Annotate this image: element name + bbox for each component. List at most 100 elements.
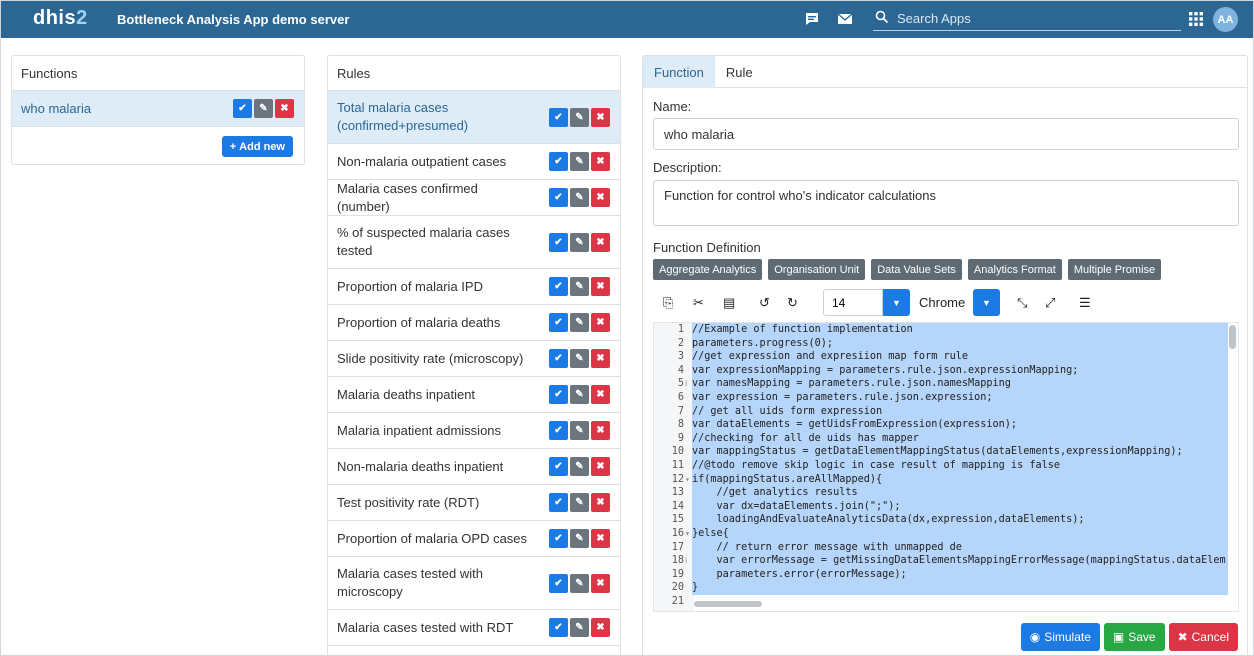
dhis2-logo[interactable]: dhis2 <box>33 7 88 30</box>
rule-item[interactable]: Malaria cases confirmed (number) ✔ ✎ ✖ <box>328 180 620 216</box>
collapse-icon[interactable]: ⤡ <box>1017 295 1027 311</box>
select-button[interactable]: ✔ <box>549 313 568 332</box>
code-editor[interactable]: 1 //Example of function implementation 2 pa… <box>653 322 1239 612</box>
delete-button[interactable]: ✖ <box>591 618 610 637</box>
apps-grid-icon[interactable] <box>1189 12 1203 29</box>
edit-button[interactable]: ✎ <box>570 232 589 252</box>
select-button[interactable]: ✔ <box>549 349 568 368</box>
rule-item[interactable]: Test positivity rate (RDT) ✔ ✎ ✖ <box>328 485 620 521</box>
delete-button[interactable]: ✖ <box>275 99 294 118</box>
rule-item[interactable]: Non-malaria deaths inpatient ✔ ✎ ✖ <box>328 449 620 485</box>
edit-button[interactable]: ✎ <box>570 349 589 368</box>
rule-item[interactable]: Malaria deaths inpatient ✔ ✎ ✖ <box>328 377 620 413</box>
user-avatar[interactable]: AA <box>1213 7 1238 32</box>
edit-button[interactable]: ✎ <box>254 99 273 118</box>
edit-button[interactable]: ✎ <box>570 457 589 476</box>
select-button[interactable]: ✔ <box>549 152 568 171</box>
aggregate-analytics-button[interactable]: Aggregate Analytics <box>653 259 763 280</box>
cut-icon[interactable]: ✂ <box>693 295 704 311</box>
font-size-field[interactable] <box>823 289 883 316</box>
app-title: Bottleneck Analysis App demo server <box>117 12 350 27</box>
select-button[interactable]: ✔ <box>549 107 568 127</box>
select-button[interactable]: ✔ <box>549 457 568 476</box>
tab-rule[interactable]: Rule <box>715 56 764 88</box>
message-icon[interactable] <box>804 11 822 27</box>
delete-button[interactable]: ✖ <box>591 349 610 368</box>
delete-button[interactable]: ✖ <box>591 232 610 252</box>
search-apps-input[interactable] <box>897 7 1177 29</box>
edit-button[interactable]: ✎ <box>570 573 589 593</box>
paste-icon[interactable]: ▤ <box>723 295 735 311</box>
rule-item[interactable]: Proportion of malaria IPD ✔ ✎ ✖ <box>328 269 620 305</box>
name-field[interactable] <box>653 118 1239 150</box>
redo-icon[interactable]: ↻ <box>787 295 798 311</box>
theme-dropdown[interactable]: ▼ <box>973 289 1000 316</box>
edit-button[interactable]: ✎ <box>570 277 589 296</box>
delete-button[interactable]: ✖ <box>591 313 610 332</box>
delete-button[interactable]: ✖ <box>591 107 610 127</box>
delete-button[interactable]: ✖ <box>591 529 610 548</box>
delete-button[interactable]: ✖ <box>591 421 610 440</box>
delete-button[interactable]: ✖ <box>591 457 610 476</box>
delete-button[interactable]: ✖ <box>591 493 610 512</box>
rule-item[interactable]: Malaria cases tested with microscopy ✔ ✎ ✖ <box>328 557 620 610</box>
data-value-sets-button[interactable]: Data Value Sets <box>871 259 962 280</box>
simulate-button[interactable]: ◉ Simulate <box>1020 623 1100 651</box>
select-button[interactable]: ✔ <box>549 232 568 252</box>
edit-button[interactable]: ✎ <box>570 618 589 637</box>
rule-item[interactable]: % of suspected malaria cases tested ✔ ✎ ✖ <box>328 216 620 269</box>
rule-item[interactable]: Malaria cases tested with RDT ✔ ✎ ✖ <box>328 610 620 646</box>
select-button[interactable]: ✔ <box>549 493 568 512</box>
edit-button[interactable]: ✎ <box>570 313 589 332</box>
delete-button[interactable]: ✖ <box>591 152 610 171</box>
select-button[interactable]: ✔ <box>549 188 568 207</box>
expand-icon[interactable]: ⤢ <box>1045 295 1055 311</box>
rule-item[interactable]: Proportion of malaria deaths ✔ ✎ ✖ <box>328 305 620 341</box>
fold-arrow-icon[interactable]: ▾ <box>685 527 690 541</box>
function-item[interactable]: who malaria ✔ ✎ ✖ <box>12 91 304 127</box>
select-button[interactable]: ✔ <box>549 618 568 637</box>
multiple-promise-button[interactable]: Multiple Promise <box>1067 259 1162 280</box>
font-size-dropdown[interactable]: ▼ <box>883 289 910 316</box>
edit-button[interactable]: ✎ <box>570 493 589 512</box>
info-icon[interactable]: ⅰ <box>685 554 687 568</box>
rule-item[interactable]: Malaria inpatient admissions ✔ ✎ ✖ <box>328 413 620 449</box>
delete-button[interactable]: ✖ <box>591 573 610 593</box>
select-button[interactable]: ✔ <box>549 529 568 548</box>
close-icon: ✖ <box>596 425 605 436</box>
cancel-button[interactable]: ✖ Cancel <box>1168 623 1238 651</box>
select-button[interactable]: ✔ <box>549 573 568 593</box>
tab-function[interactable]: Function <box>643 56 715 88</box>
rule-item[interactable]: Proportion of malaria OPD cases ✔ ✎ ✖ <box>328 521 620 557</box>
rule-item[interactable]: Non-malaria outpatient cases ✔ ✎ ✖ <box>328 144 620 180</box>
organisation-unit-button[interactable]: Organisation Unit <box>768 259 866 280</box>
edit-button[interactable]: ✎ <box>570 152 589 171</box>
select-button[interactable]: ✔ <box>549 385 568 404</box>
undo-icon[interactable]: ↺ <box>759 295 770 311</box>
analytics-format-button[interactable]: Analytics Format <box>967 259 1062 280</box>
vertical-scrollbar[interactable] <box>1229 325 1236 349</box>
delete-button[interactable]: ✖ <box>591 385 610 404</box>
rule-item[interactable]: Slide positivity rate (microscopy) ✔ ✎ ✖ <box>328 341 620 377</box>
delete-button[interactable]: ✖ <box>591 277 610 296</box>
edit-button[interactable]: ✎ <box>570 188 589 207</box>
edit-button[interactable]: ✎ <box>570 107 589 127</box>
delete-button[interactable]: ✖ <box>591 188 610 207</box>
horizontal-scrollbar[interactable] <box>694 601 762 607</box>
edit-button[interactable]: ✎ <box>570 529 589 548</box>
edit-button[interactable]: ✎ <box>570 421 589 440</box>
select-button[interactable]: ✔ <box>549 277 568 296</box>
description-field[interactable]: Function for control who's indicator cal… <box>653 180 1239 226</box>
theme-select[interactable]: Chrome <box>919 295 965 310</box>
format-code-icon[interactable]: ☰ <box>1079 295 1091 311</box>
mail-icon[interactable] <box>837 11 855 27</box>
select-button[interactable]: ✔ <box>233 99 252 118</box>
save-button[interactable]: ▣ Save <box>1103 623 1165 651</box>
select-button[interactable]: ✔ <box>549 421 568 440</box>
add-new-button[interactable]: + Add new <box>221 136 293 157</box>
edit-button[interactable]: ✎ <box>570 385 589 404</box>
fold-arrow-icon[interactable]: ▾ <box>685 473 690 487</box>
copy-icon[interactable]: ⎘ <box>663 295 673 311</box>
rule-item[interactable]: Total malaria cases (confirmed+presumed)… <box>328 91 620 144</box>
info-icon[interactable]: ⅰ <box>685 377 687 391</box>
